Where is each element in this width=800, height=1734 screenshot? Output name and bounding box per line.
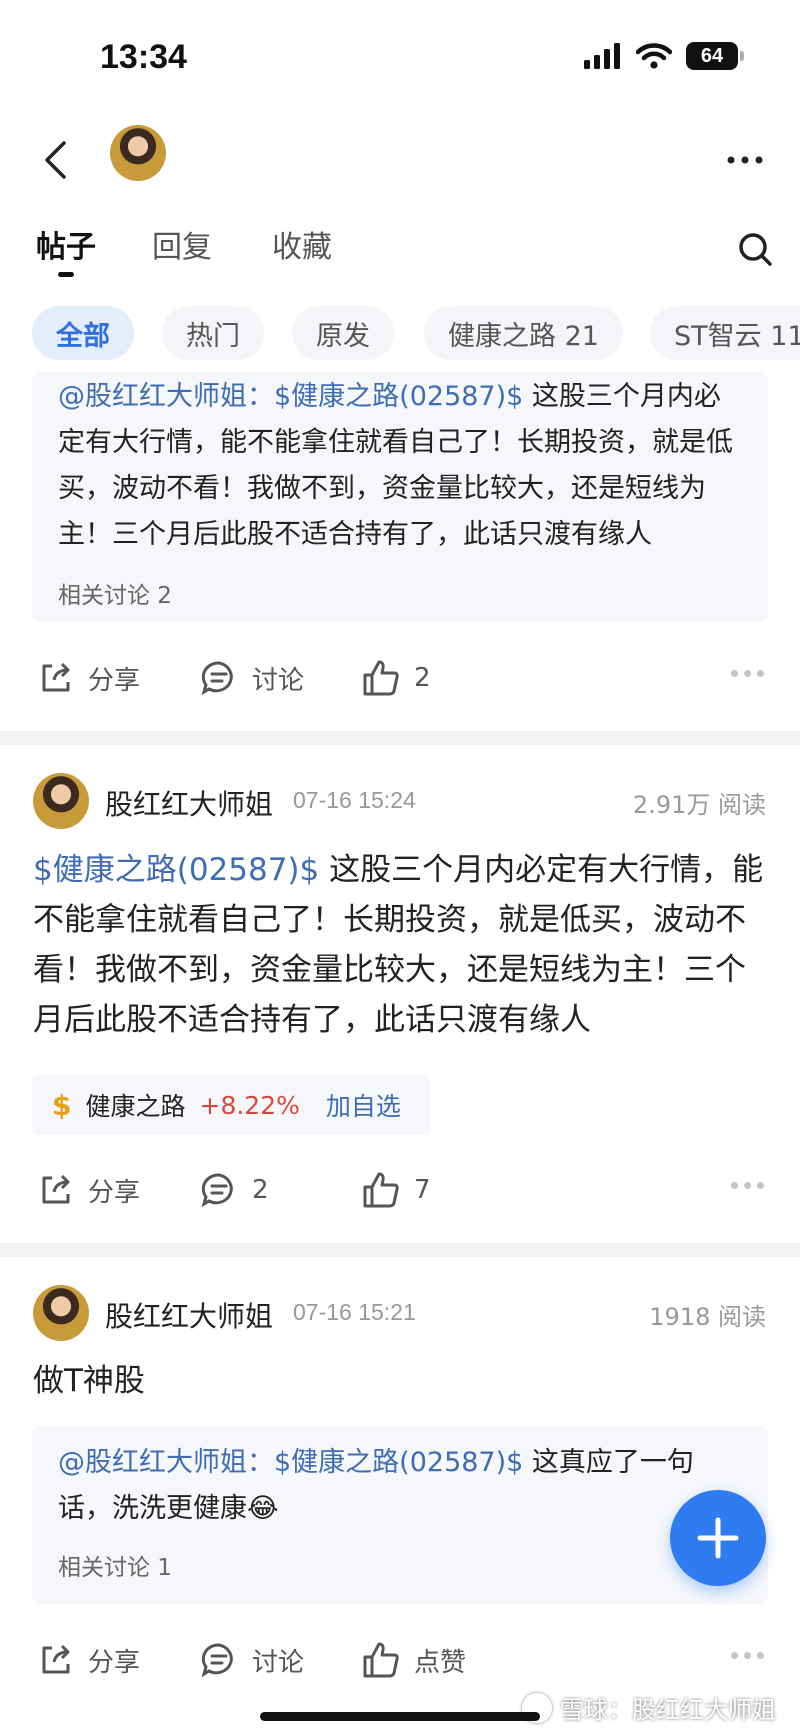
comment-icon bbox=[201, 1643, 233, 1678]
post-header: 股红红大师姐 07-16 15:21 1918 阅读 bbox=[0, 1285, 800, 1345]
filter-chips: 全部 热门 原发 健康之路 21 ST智云 11 bbox=[0, 300, 800, 366]
thumbs-up-icon bbox=[363, 1172, 399, 1208]
share-label: 分享 bbox=[88, 1177, 141, 1208]
like-label: 点赞 bbox=[414, 1647, 467, 1678]
post-body[interactable]: 做T神股 bbox=[33, 1356, 773, 1406]
share-icon bbox=[42, 1174, 70, 1204]
related-discussions[interactable]: 相关讨论 2 bbox=[58, 576, 742, 610]
related-discussions[interactable]: 相关讨论 1 bbox=[58, 1548, 742, 1582]
home-indicator bbox=[260, 1712, 540, 1721]
quoted-post-card[interactable]: @股红红大师姐：$健康之路(02587)$ 这股三个月内必定有大行情，能不能拿住… bbox=[32, 372, 768, 622]
post-header: 股红红大师姐 07-16 15:24 2.91万 阅读 bbox=[0, 773, 800, 833]
new-post-button[interactable] bbox=[670, 1490, 766, 1586]
more-options-button[interactable] bbox=[720, 135, 770, 185]
profile-tabs: 帖子 回复 收藏 bbox=[0, 210, 800, 280]
status-icons: 64 bbox=[584, 42, 744, 70]
post-text: 做T神股 bbox=[33, 1363, 145, 1399]
back-arrow-icon bbox=[45, 141, 66, 179]
share-icon bbox=[42, 662, 70, 692]
quoted-post-text: @股红红大师姐：$健康之路(02587)$ 这股三个月内必定有大行情，能不能拿住… bbox=[58, 374, 742, 558]
quoted-post-text: @股红红大师姐：$健康之路(02587)$ 这真应了一句话，洗洗更健康😂 bbox=[58, 1440, 742, 1532]
search-button[interactable] bbox=[734, 228, 778, 272]
plus-icon bbox=[697, 1517, 739, 1559]
section-divider bbox=[0, 731, 800, 745]
like-button[interactable]: 点赞 bbox=[362, 1630, 466, 1690]
mention-link[interactable]: @股红红大师姐： bbox=[58, 1447, 274, 1478]
share-label: 分享 bbox=[88, 1647, 141, 1678]
post-actions: 分享 2 7 bbox=[0, 1160, 800, 1220]
stock-change: +8.22% bbox=[199, 1090, 300, 1120]
profile-avatar[interactable] bbox=[110, 125, 166, 181]
status-time: 13:34 bbox=[100, 38, 187, 76]
share-icon bbox=[42, 1644, 70, 1674]
section-divider bbox=[0, 1243, 800, 1257]
author-name[interactable]: 股红红大师姐 bbox=[105, 783, 273, 823]
comment-button[interactable]: 2 bbox=[200, 1160, 269, 1220]
tab-replies[interactable]: 回复 bbox=[152, 222, 212, 266]
filter-original[interactable]: 原发 bbox=[292, 306, 394, 360]
post-time: 07-16 15:21 bbox=[293, 1299, 416, 1325]
comment-label: 讨论 bbox=[252, 1647, 305, 1678]
tab-favorites[interactable]: 收藏 bbox=[272, 222, 332, 266]
add-watchlist-button[interactable]: 加自选 bbox=[326, 1087, 401, 1123]
mention-link[interactable]: @股红红大师姐： bbox=[58, 381, 274, 412]
author-name[interactable]: 股红红大师姐 bbox=[105, 1295, 273, 1335]
stock-name: 健康之路 bbox=[85, 1092, 186, 1121]
filter-hot[interactable]: 热门 bbox=[162, 306, 264, 360]
comment-button[interactable]: 讨论 bbox=[200, 648, 304, 708]
battery-indicator: 64 bbox=[686, 42, 744, 70]
post-body[interactable]: $健康之路(02587)$ 这股三个月内必定有大行情，能不能拿住就看自己了！长期… bbox=[33, 845, 773, 1045]
read-count: 1918 阅读 bbox=[649, 1303, 766, 1331]
read-count: 2.91万 阅读 bbox=[632, 791, 766, 819]
like-count: 7 bbox=[414, 1175, 431, 1205]
filter-stock-jiankangzhilu[interactable]: 健康之路 21 bbox=[424, 306, 623, 360]
thumbs-up-icon bbox=[363, 1642, 399, 1678]
watermark: 雪球：股红红大师姐 bbox=[522, 1690, 776, 1725]
comment-button[interactable]: 讨论 bbox=[200, 1630, 304, 1690]
post-actions: 分享 讨论 2 bbox=[0, 648, 800, 708]
like-count: 2 bbox=[414, 663, 431, 693]
stock-link[interactable]: $健康之路(02587)$ bbox=[33, 852, 319, 888]
share-button[interactable]: 分享 bbox=[38, 1630, 140, 1690]
tab-posts[interactable]: 帖子 bbox=[36, 222, 96, 266]
watermark-text: 雪球：股红红大师姐 bbox=[560, 1696, 776, 1724]
share-button[interactable]: 分享 bbox=[38, 1160, 140, 1220]
signal-icon bbox=[584, 43, 620, 69]
comment-icon bbox=[201, 1173, 233, 1208]
quoted-post-card[interactable]: @股红红大师姐：$健康之路(02587)$ 这真应了一句话，洗洗更健康😂 相关讨… bbox=[32, 1426, 768, 1604]
share-button[interactable]: 分享 bbox=[38, 648, 140, 708]
thumbs-up-icon bbox=[363, 660, 399, 696]
back-button[interactable] bbox=[30, 130, 80, 190]
comment-icon bbox=[201, 661, 233, 696]
comment-label: 讨论 bbox=[252, 665, 305, 696]
author-avatar[interactable] bbox=[33, 773, 89, 829]
tab-active-indicator bbox=[58, 272, 74, 277]
post-more-icon[interactable] bbox=[731, 670, 764, 677]
top-nav bbox=[0, 110, 800, 210]
post-time: 07-16 15:24 bbox=[293, 787, 416, 813]
post-more-icon[interactable] bbox=[731, 1652, 764, 1659]
stock-link[interactable]: $健康之路(02587)$ bbox=[274, 381, 523, 412]
search-icon bbox=[739, 233, 772, 266]
filter-all[interactable]: 全部 bbox=[32, 306, 134, 360]
share-label: 分享 bbox=[88, 665, 141, 696]
wifi-icon bbox=[636, 43, 672, 69]
stock-card[interactable]: $ 健康之路 +8.22% 加自选 bbox=[32, 1075, 430, 1135]
stock-link[interactable]: $健康之路(02587)$ bbox=[274, 1447, 523, 1478]
stock-dollar-icon: $ bbox=[52, 1088, 72, 1122]
post-more-icon[interactable] bbox=[731, 1182, 764, 1189]
more-dots-icon bbox=[727, 156, 763, 164]
like-button[interactable]: 7 bbox=[362, 1160, 431, 1220]
author-avatar[interactable] bbox=[33, 1285, 89, 1341]
like-button[interactable]: 2 bbox=[362, 648, 431, 708]
status-bar: 13:34 64 bbox=[0, 0, 800, 110]
post-actions: 分享 讨论 点赞 bbox=[0, 1630, 800, 1690]
filter-stock-stzhiyun[interactable]: ST智云 11 bbox=[650, 306, 800, 360]
comment-count: 2 bbox=[252, 1175, 269, 1205]
